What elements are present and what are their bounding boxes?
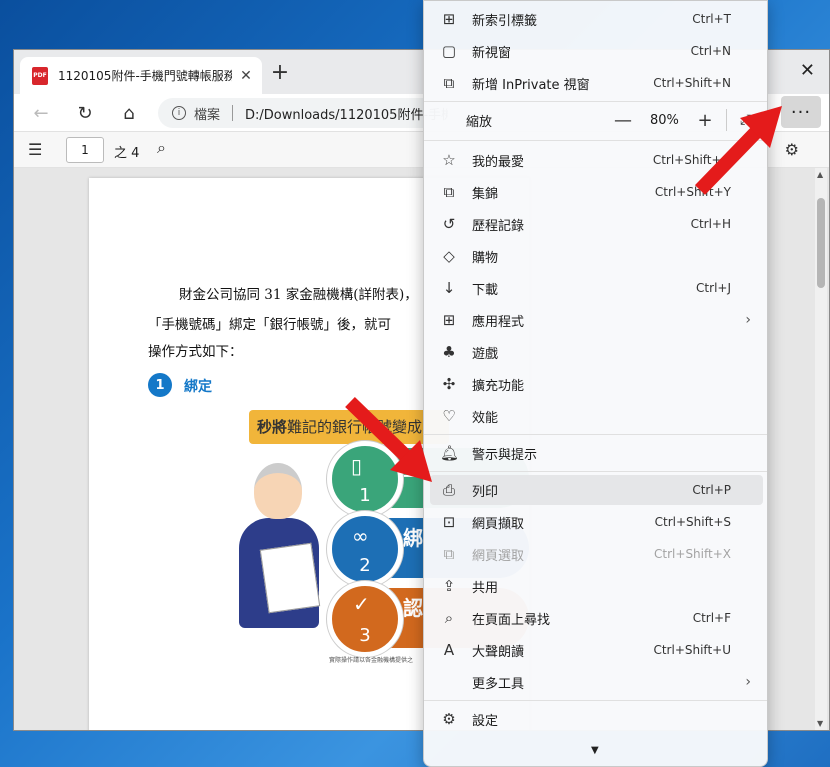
red-arrow-shaft bbox=[694, 123, 766, 195]
red-arrow-to-more-button bbox=[694, 106, 782, 195]
red-arrow-to-print bbox=[345, 396, 432, 482]
annotation-arrows bbox=[345, 106, 782, 482]
red-arrow-shaft bbox=[345, 396, 415, 466]
